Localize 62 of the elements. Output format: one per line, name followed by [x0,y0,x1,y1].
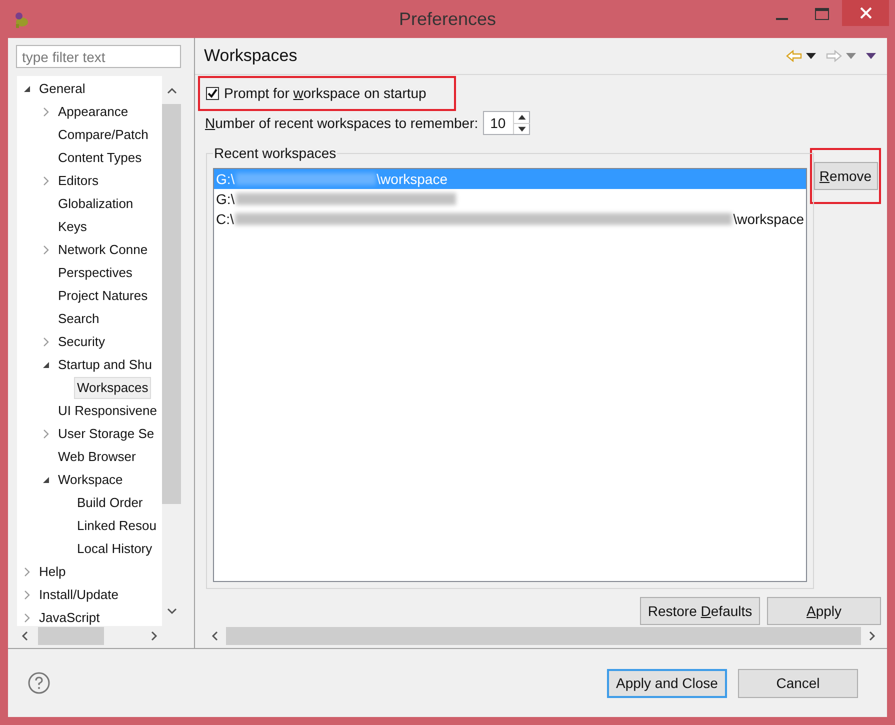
checkmark-icon [207,88,218,99]
tree-item[interactable]: Project Natures [55,284,151,306]
apply-button[interactable]: Apply [767,597,881,625]
expanded-triangle-icon[interactable] [42,360,50,368]
chevron-right-icon[interactable] [43,336,49,346]
dialog-button[interactable]: Cancel [738,668,858,698]
tree-item[interactable]: Compare/Patch [55,124,152,146]
maximize-icon [815,8,829,20]
chevron-right-icon[interactable] [43,428,49,438]
tree-item[interactable]: Network Conne [55,238,151,260]
recent-count-spinner[interactable]: 10 [483,111,530,135]
tree-item[interactable]: Editors [55,170,102,192]
tree-item[interactable]: JavaScript [36,606,103,628]
workspace-row[interactable]: G:\ [214,189,806,209]
forward-arrow-icon[interactable] [826,50,842,62]
tree-item[interactable]: Keys [55,216,90,238]
restore-defaults-button[interactable]: Restore Defaults [640,597,760,625]
window-title: Preferences [398,8,496,30]
chevron-right-icon[interactable] [43,244,49,254]
tree-item[interactable]: Install/Update [36,584,122,606]
tree-item[interactable]: Search [55,308,102,330]
tree-item[interactable]: Build Order [74,492,146,514]
help-icon[interactable] [28,672,50,694]
tree-item[interactable]: Security [55,330,108,352]
path-prefix: C:\ [216,210,234,228]
tree-item[interactable]: General [36,78,88,100]
tree-item[interactable]: Web Browser [55,446,139,468]
chevron-right-icon[interactable] [43,176,49,186]
tree-item[interactable]: Startup and Shu [55,354,155,376]
chevron-right-icon[interactable] [24,612,30,622]
tree-item[interactable]: Workspaces [74,376,152,398]
chevron-right-icon[interactable] [24,590,30,600]
filter-field[interactable]: type filter text [16,45,181,68]
path-suffix: \workspace [376,170,448,189]
dialog-button[interactable]: Apply and Close [607,668,727,698]
page-title: Workspaces [204,45,298,68]
tree-item[interactable]: Perspectives [55,262,136,284]
recent-count-label: Number of recent workspaces to remember: [205,114,478,133]
prompt-checkbox[interactable]: Prompt for workspace on startup [206,83,426,104]
dropdown-icon[interactable] [806,53,816,59]
minimize-icon [776,18,788,20]
tree-item[interactable]: Globalization [55,192,136,214]
tree-item[interactable]: Content Types [55,146,145,168]
tree-item[interactable]: Workspace [55,468,126,490]
workspace-row[interactable]: C:\ \workspace [214,209,806,229]
chevron-right-icon[interactable] [24,566,30,576]
tree-item[interactable]: Help [36,560,69,582]
tree-item[interactable]: Linked Resou [74,514,160,536]
chevron-right-icon[interactable] [43,106,49,116]
close-icon [860,7,872,19]
expanded-triangle-icon[interactable] [42,476,50,484]
tree-item[interactable]: User Storage Se [55,422,158,444]
view-menu-icon[interactable] [866,53,876,59]
expanded-triangle-icon[interactable] [23,84,31,92]
tree-item[interactable]: Appearance [55,100,132,122]
tree-item[interactable]: UI Responsivene [55,400,160,422]
close-button[interactable] [842,0,889,26]
path-prefix: G:\ [216,190,235,208]
tree-item[interactable]: Local History [74,538,156,560]
remove-button[interactable]: Remove [814,162,878,190]
path-suffix: \workspace [733,210,804,229]
path-prefix: G:\ [216,170,235,188]
